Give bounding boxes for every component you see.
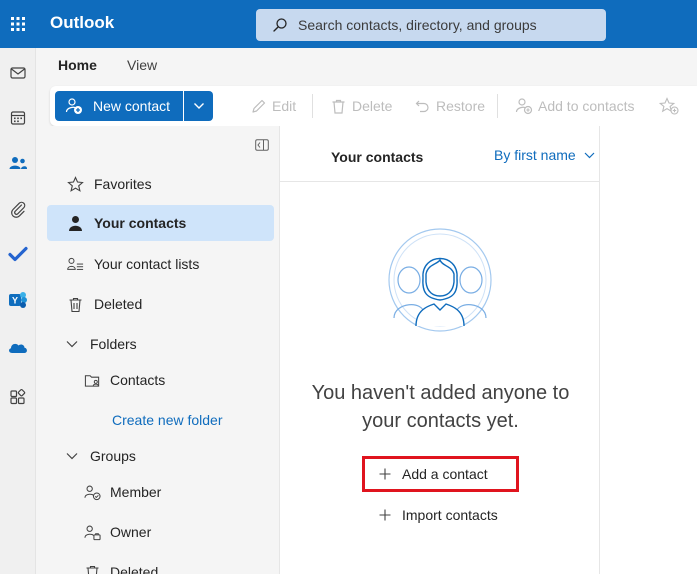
nav-item-deleted[interactable]: Deleted — [47, 286, 274, 322]
star-add-icon — [659, 97, 679, 115]
people-illustration-icon — [388, 228, 492, 332]
group-member-icon — [84, 485, 101, 501]
trash-icon — [86, 565, 99, 574]
chevron-down-icon — [66, 453, 78, 460]
nav-label: Deleted — [110, 564, 159, 574]
top-bar: Outlook Search contacts, directory, and … — [0, 0, 697, 48]
more-apps-button[interactable] — [0, 382, 36, 412]
chevron-down-icon — [193, 103, 204, 109]
restore-label: Restore — [436, 98, 486, 114]
calendar-icon — [10, 111, 26, 125]
sort-dropdown[interactable]: By first name — [494, 147, 595, 163]
search-box[interactable]: Search contacts, directory, and groups — [256, 9, 606, 41]
plus-icon — [379, 509, 391, 521]
nav-label: Groups — [90, 448, 136, 464]
add-to-contacts-button[interactable]: Add to contacts — [515, 91, 635, 121]
app-launcher-button[interactable] — [0, 0, 36, 48]
contact-list-pane: Your contacts By first name You haven't … — [279, 126, 601, 574]
mail-app-button[interactable] — [0, 58, 36, 88]
nav-item-groups-deleted[interactable]: Deleted — [47, 554, 274, 574]
nav-label: Your contacts — [94, 215, 187, 231]
search-icon — [273, 18, 287, 32]
collapse-pane-icon[interactable] — [255, 139, 269, 151]
reading-pane — [600, 126, 697, 574]
add-person-icon — [65, 98, 82, 114]
attachment-icon — [11, 201, 26, 218]
nav-label: Folders — [90, 336, 137, 352]
chevron-down-icon — [66, 341, 78, 348]
chevron-down-icon — [584, 152, 595, 158]
search-input[interactable]: Search contacts, directory, and groups — [298, 17, 537, 33]
people-icon — [9, 157, 27, 169]
todo-app-button[interactable] — [0, 239, 36, 269]
ribbon-tabs: Home View — [36, 48, 697, 88]
nav-item-your-contacts[interactable]: Your contacts — [47, 205, 274, 241]
contact-folder-icon — [84, 375, 100, 387]
delete-label: Delete — [352, 98, 393, 114]
nav-label: Your contact lists — [94, 256, 200, 272]
delete-button[interactable]: Delete — [330, 91, 392, 121]
nav-item-your-contact-lists[interactable]: Your contact lists — [47, 246, 274, 282]
active-tab-indicator — [58, 28, 98, 31]
add-to-contacts-label: Add to contacts — [538, 98, 635, 114]
import-contacts-button[interactable]: Import contacts — [379, 503, 498, 527]
person-icon — [69, 216, 82, 231]
nav-item-member[interactable]: Member — [47, 474, 274, 510]
yammer-app-button[interactable]: Y — [0, 285, 36, 315]
calendar-app-button[interactable] — [0, 103, 36, 133]
sort-label: By first name — [494, 147, 576, 163]
plus-icon — [379, 468, 391, 480]
nav-label: Contacts — [110, 372, 166, 388]
toolbar-divider — [312, 94, 313, 118]
folder-pane: Favorites Your contacts Your contact lis… — [36, 126, 279, 574]
edit-label: Edit — [272, 98, 297, 114]
undo-icon — [415, 100, 429, 112]
nav-label: Favorites — [94, 176, 152, 192]
new-contact-button[interactable]: New contact — [55, 91, 183, 121]
tab-view[interactable]: View — [127, 57, 157, 73]
empty-state-message: You haven't added anyone to your contact… — [311, 382, 570, 432]
list-header: Your contacts By first name — [280, 126, 601, 182]
nav-section-folders[interactable]: Folders — [47, 326, 274, 362]
onedrive-icon — [9, 343, 27, 353]
nav-item-contacts-folder[interactable]: Contacts — [47, 362, 274, 398]
add-to-favorites-button[interactable] — [659, 91, 679, 121]
restore-button[interactable]: Restore — [414, 91, 485, 121]
trash-icon — [69, 297, 82, 313]
app-rail: Y — [0, 48, 36, 574]
tab-home[interactable]: Home — [58, 57, 97, 73]
add-a-contact-button[interactable]: Add a contact — [362, 456, 519, 492]
pencil-icon — [252, 99, 266, 113]
nav-item-owner[interactable]: Owner — [47, 514, 274, 550]
add-person-icon — [515, 98, 533, 115]
nav-item-favorites[interactable]: Favorites — [47, 166, 274, 202]
onedrive-app-button[interactable] — [0, 332, 36, 362]
todo-icon — [8, 246, 28, 262]
new-contact-dropdown[interactable] — [184, 91, 213, 121]
edit-button[interactable]: Edit — [250, 91, 296, 121]
create-new-folder-link[interactable]: Create new folder — [112, 412, 223, 428]
ribbon-toolbar: New contact Edit Delete Restore Add to c… — [50, 86, 697, 126]
yammer-icon: Y — [9, 292, 27, 308]
people-app-button[interactable] — [0, 148, 36, 178]
nav-label: Member — [110, 484, 162, 500]
new-contact-label: New contact — [93, 98, 171, 114]
waffle-icon — [11, 17, 25, 31]
group-owner-icon — [84, 525, 101, 541]
mail-icon — [10, 67, 26, 79]
import-contacts-label: Import contacts — [402, 507, 498, 523]
nav-label: Owner — [110, 524, 152, 540]
nav-label: Deleted — [94, 296, 143, 312]
add-a-contact-label: Add a contact — [402, 466, 488, 482]
star-icon — [67, 176, 84, 192]
svg-text:Y: Y — [12, 296, 18, 306]
list-title: Your contacts — [331, 149, 424, 165]
nav-section-groups[interactable]: Groups — [47, 438, 274, 474]
toolbar-divider — [497, 94, 498, 118]
apps-icon — [10, 388, 26, 405]
people-list-icon — [67, 257, 84, 270]
trash-icon — [332, 99, 345, 114]
files-app-button[interactable] — [0, 194, 36, 224]
